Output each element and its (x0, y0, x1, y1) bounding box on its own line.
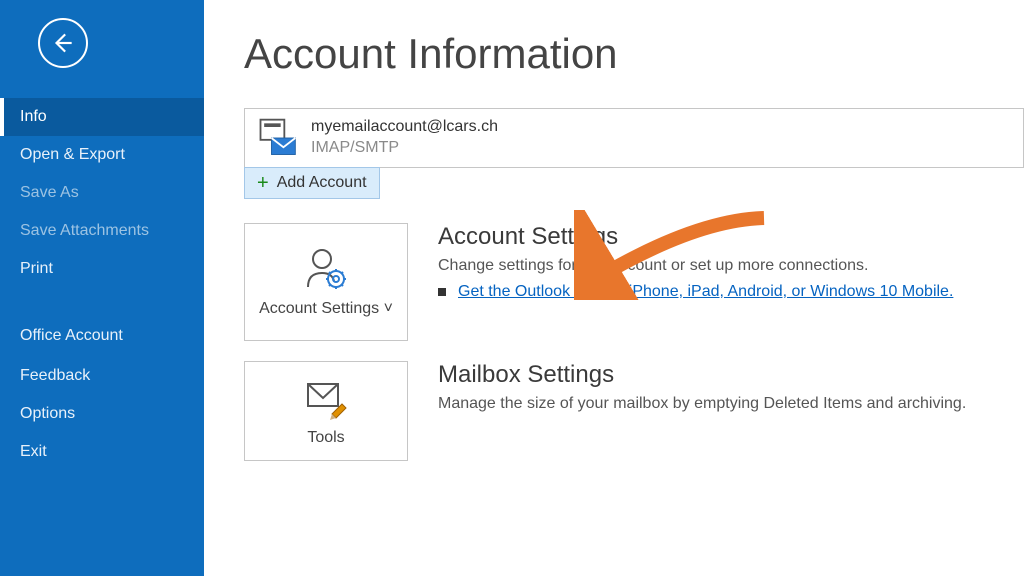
tools-button-label: Tools (307, 428, 344, 449)
sidebar-item-open-export[interactable]: Open & Export (0, 136, 204, 174)
sidebar-item-feedback[interactable]: Feedback (0, 357, 204, 395)
sidebar-item-print[interactable]: Print (0, 250, 204, 288)
sidebar-item-info[interactable]: Info (0, 98, 204, 136)
mailbox-settings-heading: Mailbox Settings (438, 361, 966, 389)
bullet-icon (438, 288, 446, 296)
back-button[interactable] (38, 18, 88, 68)
sidebar-item-exit[interactable]: Exit (0, 433, 204, 471)
mailbox-settings-section: Tools Mailbox Settings Manage the size o… (244, 361, 1024, 461)
mailbox-tools-icon (302, 374, 350, 422)
account-box-icon (255, 116, 299, 160)
account-settings-section: Account Settings ˅ Account Settings Chan… (244, 223, 1024, 341)
sidebar-item-options[interactable]: Options (0, 395, 204, 433)
account-settings-description: Change settings for this account or set … (438, 257, 953, 275)
page-title: Account Information (244, 30, 1024, 78)
person-gear-icon (302, 245, 350, 293)
account-settings-button-label: Account Settings ˅ (259, 299, 393, 320)
arrow-left-icon (50, 30, 76, 56)
account-protocol: IMAP/SMTP (311, 138, 498, 159)
sidebar-item-save-attachments[interactable]: Save Attachments (0, 212, 204, 250)
add-account-label: Add Account (277, 174, 367, 192)
sidebar-item-save-as[interactable]: Save As (0, 174, 204, 212)
backstage-content: Account Information myemailaccount@lcars… (204, 0, 1024, 576)
mailbox-settings-description: Manage the size of your mailbox by empty… (438, 395, 966, 413)
sidebar-item-office-account[interactable]: Office Account (0, 316, 204, 357)
account-settings-button[interactable]: Account Settings ˅ (244, 223, 408, 341)
plus-icon: + (257, 173, 269, 193)
account-dropdown[interactable]: myemailaccount@lcars.ch IMAP/SMTP (244, 108, 1024, 168)
account-email: myemailaccount@lcars.ch (311, 117, 498, 138)
sidebar-menu: Info Open & Export Save As Save Attachme… (0, 98, 204, 471)
tools-button[interactable]: Tools (244, 361, 408, 461)
account-settings-heading: Account Settings (438, 223, 953, 251)
get-outlook-app-link[interactable]: Get the Outlook app for iPhone, iPad, An… (458, 283, 953, 301)
add-account-button[interactable]: + Add Account (244, 167, 380, 199)
backstage-sidebar: Info Open & Export Save As Save Attachme… (0, 0, 204, 576)
